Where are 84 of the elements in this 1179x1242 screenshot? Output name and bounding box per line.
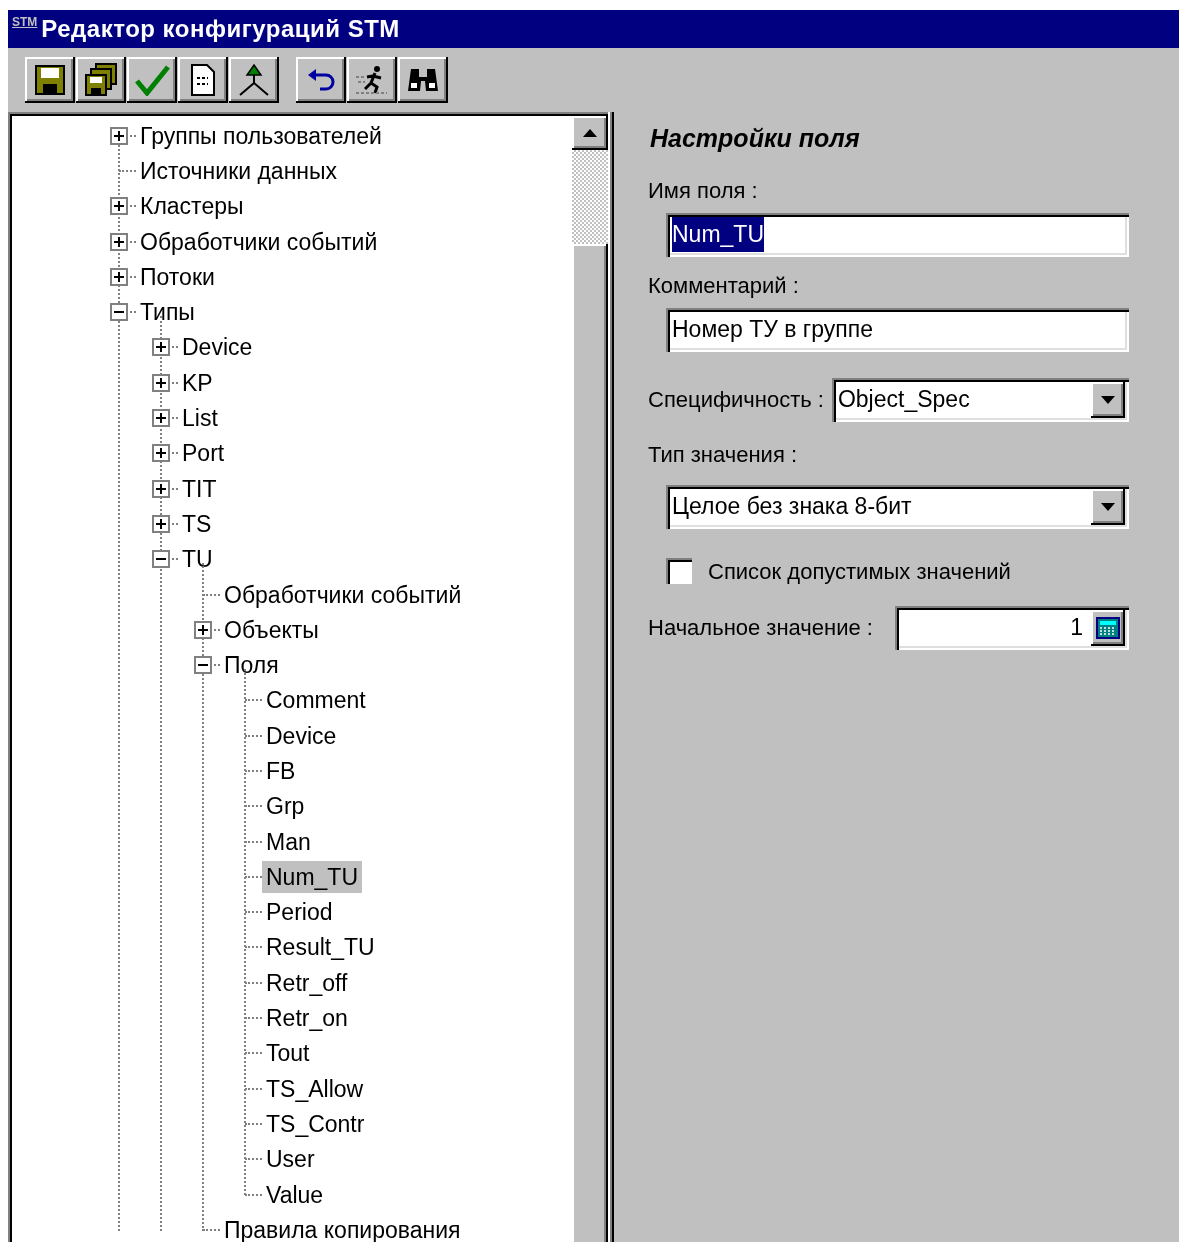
- dropdown-button[interactable]: [1091, 488, 1125, 525]
- input-field[interactable]: Num_TU: [666, 212, 1129, 257]
- tree-item[interactable]: Num_TU: [262, 860, 362, 893]
- tree-item[interactable]: Value: [262, 1178, 328, 1211]
- caret-icon: [1100, 501, 1116, 512]
- app-icon: STM: [12, 16, 38, 28]
- tree-item[interactable]: Device: [178, 331, 257, 364]
- calculator-icon: [1096, 616, 1120, 639]
- run-button[interactable]: [347, 57, 397, 103]
- expand-icon[interactable]: [152, 514, 170, 533]
- collapse-icon[interactable]: [194, 656, 212, 675]
- tree-item[interactable]: Port: [178, 437, 229, 470]
- expand-icon[interactable]: [152, 338, 170, 357]
- checkmark-icon: [134, 64, 170, 96]
- tree-item[interactable]: Grp: [262, 790, 309, 823]
- number-field[interactable]: 1: [894, 605, 1129, 650]
- up-arrow-icon: [582, 128, 598, 138]
- tree-item[interactable]: Period: [262, 896, 337, 929]
- field-label: Специфичность :: [648, 386, 824, 414]
- tree-item[interactable]: Потоки: [136, 260, 219, 293]
- tree-item[interactable]: Правила копирования: [220, 1213, 465, 1242]
- tree-item[interactable]: Типы: [136, 296, 199, 329]
- check-button[interactable]: [127, 57, 177, 103]
- tree-item[interactable]: TU: [178, 543, 217, 576]
- document-icon: [191, 64, 215, 96]
- tree-item[interactable]: Tout: [262, 1037, 314, 1070]
- expand-icon[interactable]: [152, 479, 170, 498]
- expand-icon[interactable]: [194, 620, 212, 639]
- expand-icon[interactable]: [110, 267, 128, 286]
- expand-icon[interactable]: [110, 126, 128, 145]
- tree-item[interactable]: Device: [262, 719, 341, 752]
- scroll-thumb[interactable]: [572, 244, 608, 1242]
- tree-item[interactable]: Man: [262, 825, 315, 858]
- tree-item[interactable]: User: [262, 1143, 319, 1176]
- tree-item[interactable]: Comment: [262, 684, 370, 717]
- running-figure-icon: [355, 65, 389, 95]
- expand-icon[interactable]: [152, 409, 170, 427]
- tree-item[interactable]: List: [178, 402, 222, 434]
- expand-icon[interactable]: [152, 444, 170, 463]
- field-label: Тип значения :: [648, 440, 799, 469]
- tree-item[interactable]: Result_TU: [262, 931, 379, 964]
- expand-icon[interactable]: [110, 197, 128, 216]
- tree-item[interactable]: FB: [262, 755, 300, 787]
- field-label: Список допустимых значений: [708, 557, 1011, 586]
- tree-item[interactable]: TIT: [178, 472, 221, 505]
- branch-arrow-icon: [237, 63, 271, 97]
- dropdown-field[interactable]: Object_Spec: [831, 377, 1129, 422]
- expand-icon[interactable]: [110, 232, 128, 251]
- tree-item[interactable]: Поля: [220, 649, 283, 682]
- tree-item[interactable]: Обработчики событий: [136, 225, 382, 258]
- field-label: Имя поля :: [648, 176, 759, 205]
- checkbox[interactable]: [666, 558, 692, 584]
- save-all-button[interactable]: [76, 57, 126, 103]
- dropdown-button[interactable]: [1091, 381, 1125, 418]
- tree-item[interactable]: Объекты: [220, 613, 323, 646]
- tree-item[interactable]: Retr_off: [262, 966, 352, 999]
- find-button[interactable]: [398, 57, 448, 103]
- expand-icon[interactable]: [152, 373, 170, 392]
- window-title: Редактор конфигураций STM: [41, 14, 400, 44]
- save-button[interactable]: [25, 57, 75, 103]
- dropdown-field[interactable]: Целое без знака 8-бит: [666, 484, 1129, 529]
- floppies-icon: [84, 63, 118, 97]
- branch-button[interactable]: [229, 57, 279, 103]
- tree-item[interactable]: KP: [178, 366, 217, 399]
- tree-item[interactable]: Обработчики событий: [220, 578, 466, 611]
- caret-icon: [1100, 394, 1116, 405]
- field-label: Начальное значение :: [648, 614, 873, 642]
- tree-item[interactable]: TS: [178, 507, 216, 540]
- field-label: Комментарий :: [648, 271, 800, 300]
- scroll-up-button[interactable]: [572, 116, 608, 150]
- collapse-icon[interactable]: [110, 303, 128, 322]
- tree-item[interactable]: Группы пользователей: [136, 119, 386, 152]
- tree-item[interactable]: TS_Contr: [262, 1107, 369, 1140]
- calculator-button[interactable]: [1091, 609, 1125, 646]
- tree-item[interactable]: TS_Allow: [262, 1072, 368, 1105]
- undo-icon: [306, 69, 336, 91]
- document-button[interactable]: [178, 57, 228, 103]
- tree-item[interactable]: Retr_on: [262, 1002, 352, 1035]
- undo-button[interactable]: [296, 57, 346, 103]
- input-field[interactable]: Номер ТУ в группе: [666, 307, 1129, 352]
- panel-title: Настройки поля: [650, 123, 861, 154]
- collapse-icon[interactable]: [152, 550, 170, 569]
- tree-item[interactable]: Кластеры: [136, 190, 248, 223]
- tree-item[interactable]: Источники данных: [136, 154, 342, 187]
